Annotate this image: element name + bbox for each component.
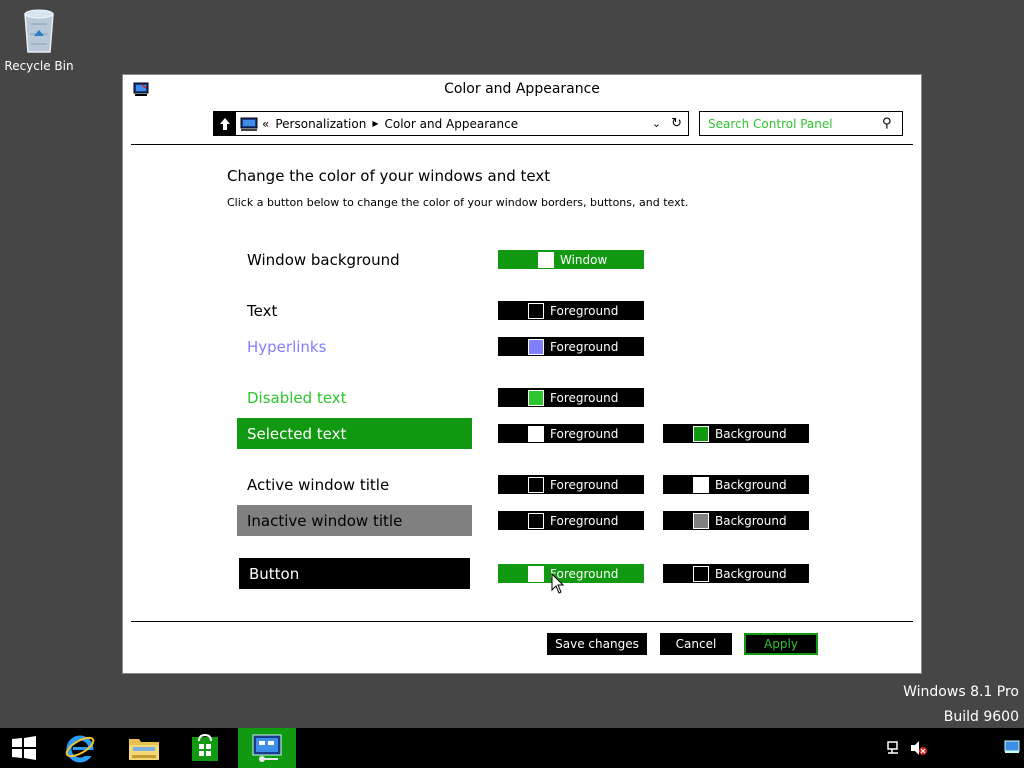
volume-muted-icon[interactable] bbox=[910, 740, 928, 760]
color-chip bbox=[528, 425, 544, 442]
taskbar-store[interactable] bbox=[182, 728, 228, 768]
windows-logo-icon bbox=[12, 736, 36, 760]
text-foreground-button[interactable]: Foreground bbox=[498, 301, 644, 320]
breadcrumb-separator-icon[interactable]: ▶ bbox=[372, 119, 378, 128]
swatch-label: Background bbox=[715, 513, 787, 528]
swatch-label: Foreground bbox=[550, 303, 619, 318]
color-chip bbox=[528, 565, 544, 582]
window-title: Color and Appearance bbox=[444, 81, 600, 97]
show-desktop-icon[interactable] bbox=[1004, 740, 1020, 758]
mouse-cursor-icon bbox=[551, 573, 565, 594]
color-chip bbox=[528, 512, 544, 529]
save-changes-button[interactable]: Save changes bbox=[547, 633, 647, 655]
start-button[interactable] bbox=[0, 728, 48, 768]
up-button[interactable] bbox=[214, 112, 236, 135]
breadcrumb-color-appearance[interactable]: Color and Appearance bbox=[384, 117, 518, 131]
taskbar bbox=[0, 728, 1024, 768]
label-disabled-text: Disabled text bbox=[247, 388, 347, 407]
apply-button[interactable]: Apply bbox=[744, 633, 818, 655]
refresh-icon[interactable]: ↻ bbox=[671, 116, 682, 131]
taskbar-file-explorer[interactable] bbox=[120, 728, 168, 768]
color-chip bbox=[693, 565, 709, 582]
label-active-window-title: Active window title bbox=[247, 475, 390, 494]
search-icon[interactable]: ⚲ bbox=[882, 116, 902, 131]
button-background-button[interactable]: Background bbox=[663, 564, 809, 583]
hyperlinks-foreground-button[interactable]: Foreground bbox=[498, 337, 644, 356]
label-window-background: Window background bbox=[247, 250, 400, 269]
inactive-title-background-button[interactable]: Background bbox=[663, 511, 809, 530]
control-panel-location-icon bbox=[240, 117, 258, 131]
address-bar[interactable]: « Personalization ▶ Color and Appearance… bbox=[213, 111, 689, 136]
color-chip bbox=[693, 512, 709, 529]
color-chip bbox=[693, 476, 709, 493]
swatch-label: Foreground bbox=[550, 426, 619, 441]
windows-edition: Windows 8.1 Pro bbox=[903, 684, 1019, 700]
selected-text-foreground-button[interactable]: Foreground bbox=[498, 424, 644, 443]
button-foreground-button[interactable]: Foreground bbox=[498, 564, 644, 583]
swatch-label: Background bbox=[715, 477, 787, 492]
taskbar-control-panel[interactable] bbox=[238, 728, 296, 768]
inactive-title-foreground-button[interactable]: Foreground bbox=[498, 511, 644, 530]
swatch-label: Background bbox=[715, 566, 787, 581]
color-chip bbox=[528, 389, 544, 406]
swatch-label: Window bbox=[560, 252, 608, 267]
window-background-button[interactable]: Window bbox=[498, 250, 644, 269]
store-icon bbox=[192, 733, 218, 761]
cancel-button[interactable]: Cancel bbox=[660, 633, 732, 655]
windows-build: Build 9600 bbox=[943, 709, 1019, 725]
control-panel-icon bbox=[252, 734, 282, 762]
file-explorer-icon bbox=[129, 739, 159, 760]
active-title-background-button[interactable]: Background bbox=[663, 475, 809, 494]
recycle-bin-label: Recycle Bin bbox=[4, 59, 74, 73]
page-heading: Change the color of your windows and tex… bbox=[227, 167, 551, 185]
swatch-label: Foreground bbox=[550, 477, 619, 492]
breadcrumb-overflow[interactable]: « bbox=[262, 117, 269, 131]
swatch-label: Foreground bbox=[550, 513, 619, 528]
color-chip bbox=[528, 338, 544, 355]
color-chip bbox=[693, 425, 709, 442]
disabled-text-foreground-button[interactable]: Foreground bbox=[498, 388, 644, 407]
color-chip bbox=[528, 302, 544, 319]
taskbar-internet-explorer[interactable] bbox=[58, 728, 102, 768]
label-hyperlinks: Hyperlinks bbox=[247, 337, 327, 356]
color-chip bbox=[528, 476, 544, 493]
swatch-label: Background bbox=[715, 426, 787, 441]
search-box[interactable]: Search Control Panel ⚲ bbox=[699, 111, 903, 136]
internet-explorer-icon bbox=[65, 735, 95, 763]
network-icon[interactable] bbox=[886, 740, 902, 760]
chevron-down-icon[interactable]: ⌄ bbox=[652, 117, 661, 130]
divider-bottom bbox=[131, 621, 913, 622]
label-button: Button bbox=[239, 558, 470, 589]
page-subheading: Click a button below to change the color… bbox=[227, 196, 689, 209]
label-selected-text: Selected text bbox=[237, 418, 472, 449]
color-chip bbox=[538, 251, 554, 268]
color-appearance-window: Color and Appearance « Personalization ▶… bbox=[122, 74, 922, 674]
recycle-bin-icon bbox=[24, 9, 54, 53]
search-input[interactable]: Search Control Panel bbox=[708, 117, 882, 131]
swatch-label: Foreground bbox=[550, 390, 619, 405]
divider-top bbox=[131, 144, 913, 145]
up-arrow-icon bbox=[220, 117, 230, 130]
swatch-label: Foreground bbox=[550, 339, 619, 354]
breadcrumb-personalization[interactable]: Personalization bbox=[275, 117, 366, 131]
label-inactive-window-title: Inactive window title bbox=[237, 505, 472, 536]
recycle-bin[interactable]: Recycle Bin bbox=[4, 6, 74, 73]
active-title-foreground-button[interactable]: Foreground bbox=[498, 475, 644, 494]
label-text: Text bbox=[247, 301, 278, 320]
selected-text-background-button[interactable]: Background bbox=[663, 424, 809, 443]
